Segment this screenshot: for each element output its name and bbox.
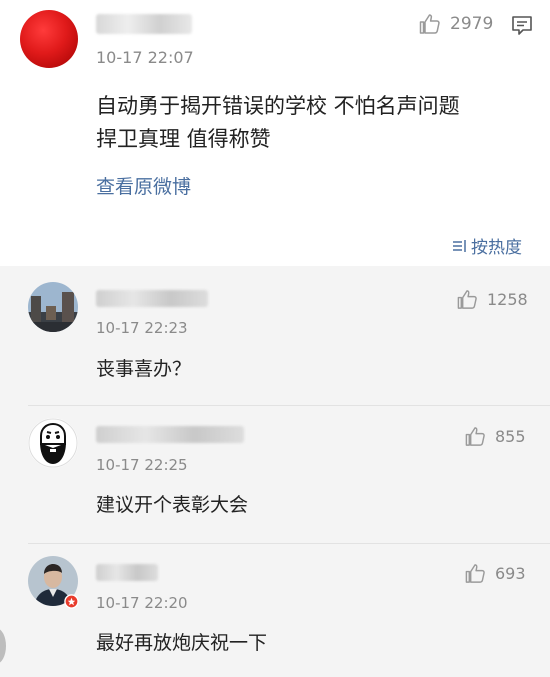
sort-lines-icon xyxy=(453,239,466,252)
comment-like-button[interactable]: 855 xyxy=(464,425,526,448)
comment-like-button[interactable]: 1258 xyxy=(456,288,528,311)
sort-label: 按热度 xyxy=(471,238,522,258)
main-post-avatar[interactable] xyxy=(20,10,78,68)
comment-item: 10-17 22:20 693 最好再放炮庆祝一下 xyxy=(0,544,550,677)
comment-item: 10-17 22:23 1258 丧事喜办？ xyxy=(0,266,550,406)
comment-like-count: 855 xyxy=(495,427,526,446)
bearded-face-avatar[interactable] xyxy=(28,418,78,468)
comment-item: 10-17 22:25 855 建议开个表彰大会 xyxy=(0,406,550,544)
verified-badge-icon xyxy=(64,594,79,609)
commenter-username-blurred[interactable] xyxy=(96,426,244,443)
main-post-like-button[interactable]: 2979 xyxy=(418,12,493,36)
comment-timestamp: 10-17 22:20 xyxy=(96,594,188,612)
thumbs-up-icon xyxy=(465,564,485,583)
sort-by-hot-button[interactable]: 按热度 xyxy=(452,233,522,258)
main-post-text-line-1: 自动勇于揭开错误的学校 不怕名声问题 xyxy=(96,94,460,118)
comment-icon[interactable] xyxy=(510,13,534,37)
main-post-text-line-2: 捍卫真理 值得称赞 xyxy=(96,127,271,151)
comment-like-count: 1258 xyxy=(487,290,528,309)
comment-like-count: 693 xyxy=(495,564,526,583)
main-post: 10-17 22:07 2979 自动勇于揭开错误的学校 不怕名声问题 捍卫真理… xyxy=(0,0,550,266)
thumbs-up-icon xyxy=(465,427,485,446)
main-post-username-blurred[interactable] xyxy=(96,14,192,34)
comments-section: 10-17 22:23 1258 丧事喜办？ 10-17 22:25 855 建… xyxy=(0,266,550,677)
commenter-username-blurred[interactable] xyxy=(96,564,158,581)
street-photo-avatar[interactable] xyxy=(28,282,78,332)
comment-text: 最好再放炮庆祝一下 xyxy=(96,632,268,654)
comment-text: 丧事喜办？ xyxy=(96,358,192,380)
comment-timestamp: 10-17 22:23 xyxy=(96,319,188,337)
comment-timestamp: 10-17 22:25 xyxy=(96,456,188,474)
comment-like-button[interactable]: 693 xyxy=(464,562,526,585)
thumbs-up-icon xyxy=(457,290,477,309)
thumbs-up-icon xyxy=(419,14,440,34)
main-post-timestamp: 10-17 22:07 xyxy=(96,48,194,67)
view-original-weibo-link[interactable]: 查看原微博 xyxy=(96,172,191,199)
comment-text: 建议开个表彰大会 xyxy=(96,494,249,516)
commenter-username-blurred[interactable] xyxy=(96,290,208,307)
main-post-text: 自动勇于揭开错误的学校 不怕名声问题 捍卫真理 值得称赞 xyxy=(96,90,536,156)
main-post-like-count: 2979 xyxy=(450,14,494,34)
